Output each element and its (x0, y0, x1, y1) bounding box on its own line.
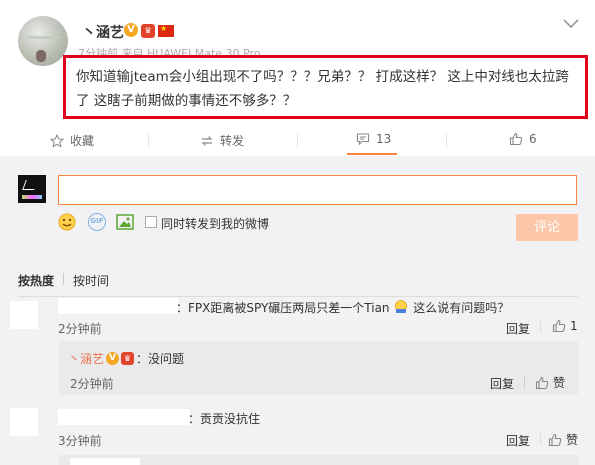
nested-reply-line: 丶涵艺 V ♛ ：没问题 (68, 350, 184, 367)
image-icon[interactable] (116, 214, 134, 230)
comment-button[interactable]: 13 (356, 132, 391, 146)
thumbs-up-icon (548, 433, 562, 446)
comment-text-main: ：FPX距离被SPY碾压两局只差一个Tian (176, 301, 390, 315)
comment-icon (356, 133, 370, 146)
repost-label: 转发 (220, 134, 245, 148)
separator (540, 433, 541, 445)
gif-icon[interactable]: GIF (88, 213, 106, 231)
repost-icon (201, 135, 213, 146)
forward-checkbox[interactable] (145, 216, 157, 228)
action-bar: 收藏 转发 13 6 (0, 126, 595, 156)
author-avatar[interactable] (18, 16, 68, 66)
comment-like-button[interactable]: 1 (552, 319, 578, 333)
commenter-name-redacted (58, 409, 190, 425)
comment-text: ：贡贡没抗住 (188, 412, 261, 426)
emoji-icon[interactable] (58, 213, 76, 231)
reply-button[interactable]: 回复 (506, 432, 530, 449)
comment-text-tail: 这么说有问题吗？ (413, 301, 510, 315)
comment-like-button[interactable]: 赞 (548, 431, 578, 448)
comment-time: 2分钟前 (58, 322, 102, 336)
china-flag-icon (158, 24, 174, 37)
commenter-avatar[interactable] (10, 301, 38, 329)
separator (540, 321, 541, 333)
chevron-down-icon[interactable] (563, 19, 579, 29)
emoji-icon (395, 300, 408, 313)
verified-badge-icon: V (124, 23, 138, 37)
reply-like-button[interactable]: 赞 (535, 374, 565, 391)
sort-by-time-tab[interactable]: 按时间 (73, 272, 109, 289)
forward-label: 同时转发到我的微博 (161, 217, 270, 231)
comment-tab-indicator (347, 153, 397, 155)
reply-time: 2分钟前 (70, 377, 114, 391)
reply-author-name[interactable]: 丶涵艺 (68, 350, 104, 367)
sort-by-hot-tab[interactable]: 按热度 (18, 272, 54, 289)
comment-text: ：FPX距离被SPY碾压两局只差一个Tian 这么说有问题吗？ (176, 299, 509, 316)
reply-reply-button[interactable]: 回复 (490, 375, 514, 392)
like-count: 6 (529, 132, 537, 146)
reply-like-label: 赞 (553, 376, 566, 390)
repost-button[interactable]: 转发 (200, 132, 244, 149)
separator (524, 376, 525, 388)
vip-badge-icon: ♛ (121, 352, 135, 365)
favorite-label: 收藏 (70, 134, 95, 148)
current-user-avatar[interactable] (18, 175, 46, 203)
post-highlight-box: 你知道输jteam会小组出现不了吗？？？兄弟？？ 打成这样？ 这上中对线也太拉跨… (63, 55, 588, 119)
commenter-name-redacted (58, 298, 178, 314)
favorite-button[interactable]: 收藏 (50, 132, 94, 149)
comment-like-label: 赞 (566, 433, 579, 447)
like-button[interactable]: 6 (509, 132, 537, 146)
thumbs-up-icon (535, 376, 549, 389)
star-icon (50, 133, 64, 148)
reply-button[interactable]: 回复 (506, 320, 530, 337)
verified-badge-icon: V (106, 352, 120, 365)
post-text: 你知道输jteam会小组出现不了吗？？？兄弟？？ 打成这样？ 这上中对线也太拉跨… (76, 69, 569, 109)
thumbs-up-icon (509, 132, 523, 146)
vip-badge-icon: ♛ (141, 24, 155, 38)
sort-divider (63, 273, 64, 285)
redacted-block (70, 458, 140, 465)
comment-input[interactable] (58, 175, 577, 205)
thumbs-up-icon (552, 319, 566, 333)
comment-time: 3分钟前 (58, 434, 102, 448)
author-name[interactable]: 丶涵艺 (82, 22, 124, 42)
commenter-avatar[interactable] (10, 408, 38, 436)
reply-text: ：没问题 (136, 352, 185, 366)
sort-bottom-divider (18, 296, 578, 297)
comment-like-count: 1 (570, 319, 578, 333)
comment-count: 13 (376, 132, 392, 146)
submit-comment-button[interactable]: 评论 (516, 214, 578, 241)
